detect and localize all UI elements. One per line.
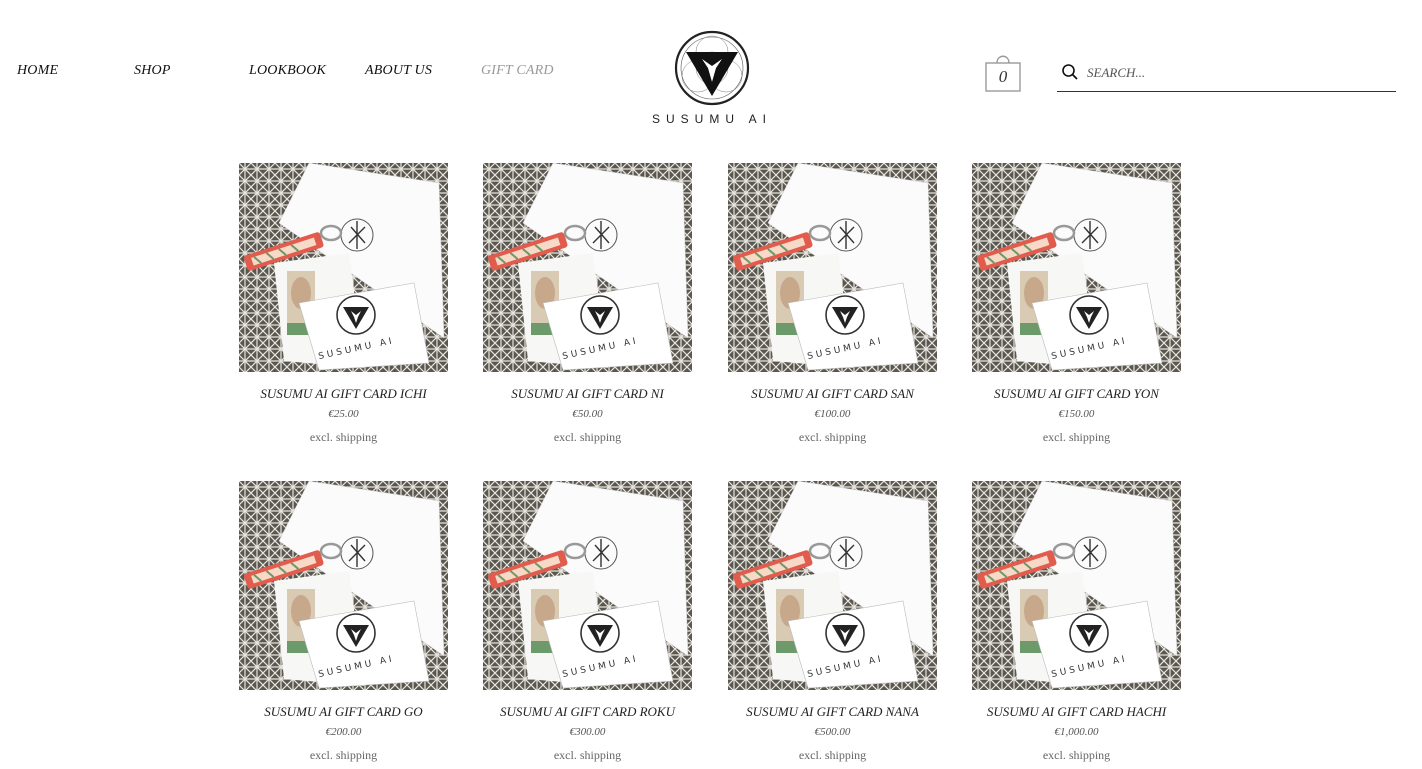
- product-price: €25.00: [328, 408, 359, 420]
- product-name[interactable]: SUSUMU AI GIFT CARD NANA: [728, 704, 937, 720]
- product-shipping-note: excl. shipping: [553, 748, 622, 762]
- cart-button[interactable]: 0: [984, 51, 1022, 93]
- product-shipping-note: excl. shipping: [1042, 430, 1111, 444]
- product-image[interactable]: SUSUMU AI: [239, 481, 448, 690]
- product-card[interactable]: SUSUMU AI SUSUMU AI GIFT CARD ROKU €300.…: [483, 481, 692, 763]
- product-name[interactable]: SUSUMU AI GIFT CARD HACHI: [972, 704, 1181, 720]
- search-icon[interactable]: [1061, 63, 1079, 81]
- product-name[interactable]: SUSUMU AI GIFT CARD ROKU: [483, 704, 692, 720]
- product-name[interactable]: SUSUMU AI GIFT CARD YON: [972, 386, 1181, 402]
- search-bar[interactable]: [1057, 56, 1396, 92]
- nav-home[interactable]: HOME: [17, 63, 58, 79]
- product-shipping-note: excl. shipping: [798, 430, 867, 444]
- product-price: €500.00: [814, 726, 851, 738]
- product-shipping-note: excl. shipping: [1042, 748, 1111, 762]
- product-shipping-note: excl. shipping: [553, 430, 622, 444]
- product-image[interactable]: SUSUMU AI: [972, 163, 1181, 372]
- product-card[interactable]: SUSUMU AI SUSUMU AI GIFT CARD GO €200.00…: [239, 481, 448, 763]
- product-name[interactable]: SUSUMU AI GIFT CARD GO: [239, 704, 448, 720]
- product-name[interactable]: SUSUMU AI GIFT CARD SAN: [728, 386, 937, 402]
- nav-shop[interactable]: SHOP: [134, 63, 171, 79]
- product-price: €100.00: [814, 408, 851, 420]
- product-price: €200.00: [325, 726, 362, 738]
- product-card[interactable]: SUSUMU AI SUSUMU AI GIFT CARD YON €150.0…: [972, 163, 1181, 445]
- product-card[interactable]: SUSUMU AI SUSUMU AI GIFT CARD ICHI €25.0…: [239, 163, 448, 445]
- product-card[interactable]: SUSUMU AI SUSUMU AI GIFT CARD SAN €100.0…: [728, 163, 937, 445]
- product-shipping-note: excl. shipping: [798, 748, 867, 762]
- product-price: €300.00: [569, 726, 606, 738]
- product-card[interactable]: SUSUMU AI SUSUMU AI GIFT CARD NANA €500.…: [728, 481, 937, 763]
- nav-gift-card[interactable]: GIFT CARD: [481, 63, 554, 79]
- product-price: €50.00: [572, 408, 603, 420]
- product-name[interactable]: SUSUMU AI GIFT CARD ICHI: [239, 386, 448, 402]
- nav-about-us[interactable]: ABOUT US: [365, 63, 432, 79]
- product-card[interactable]: SUSUMU AI SUSUMU AI GIFT CARD NI €50.00 …: [483, 163, 692, 445]
- nav-lookbook[interactable]: LOOKBOOK: [249, 63, 326, 79]
- product-image[interactable]: SUSUMU AI: [972, 481, 1181, 690]
- product-image[interactable]: SUSUMU AI: [728, 163, 937, 372]
- product-name[interactable]: SUSUMU AI GIFT CARD NI: [483, 386, 692, 402]
- search-input[interactable]: [1085, 60, 1389, 86]
- product-price: €1,000.00: [1054, 726, 1099, 738]
- product-price: €150.00: [1058, 408, 1095, 420]
- product-image[interactable]: SUSUMU AI: [239, 163, 448, 372]
- product-shipping-note: excl. shipping: [309, 748, 378, 762]
- cart-count: 0: [998, 67, 1008, 86]
- brand-name: SUSUMU AI: [651, 112, 772, 126]
- product-card[interactable]: SUSUMU AI SUSUMU AI GIFT CARD HACHI €1,0…: [972, 481, 1181, 763]
- brand-logo-icon[interactable]: [672, 28, 752, 108]
- product-shipping-note: excl. shipping: [309, 430, 378, 444]
- product-image[interactable]: SUSUMU AI: [728, 481, 937, 690]
- product-image[interactable]: SUSUMU AI: [483, 163, 692, 372]
- product-image[interactable]: SUSUMU AI: [483, 481, 692, 690]
